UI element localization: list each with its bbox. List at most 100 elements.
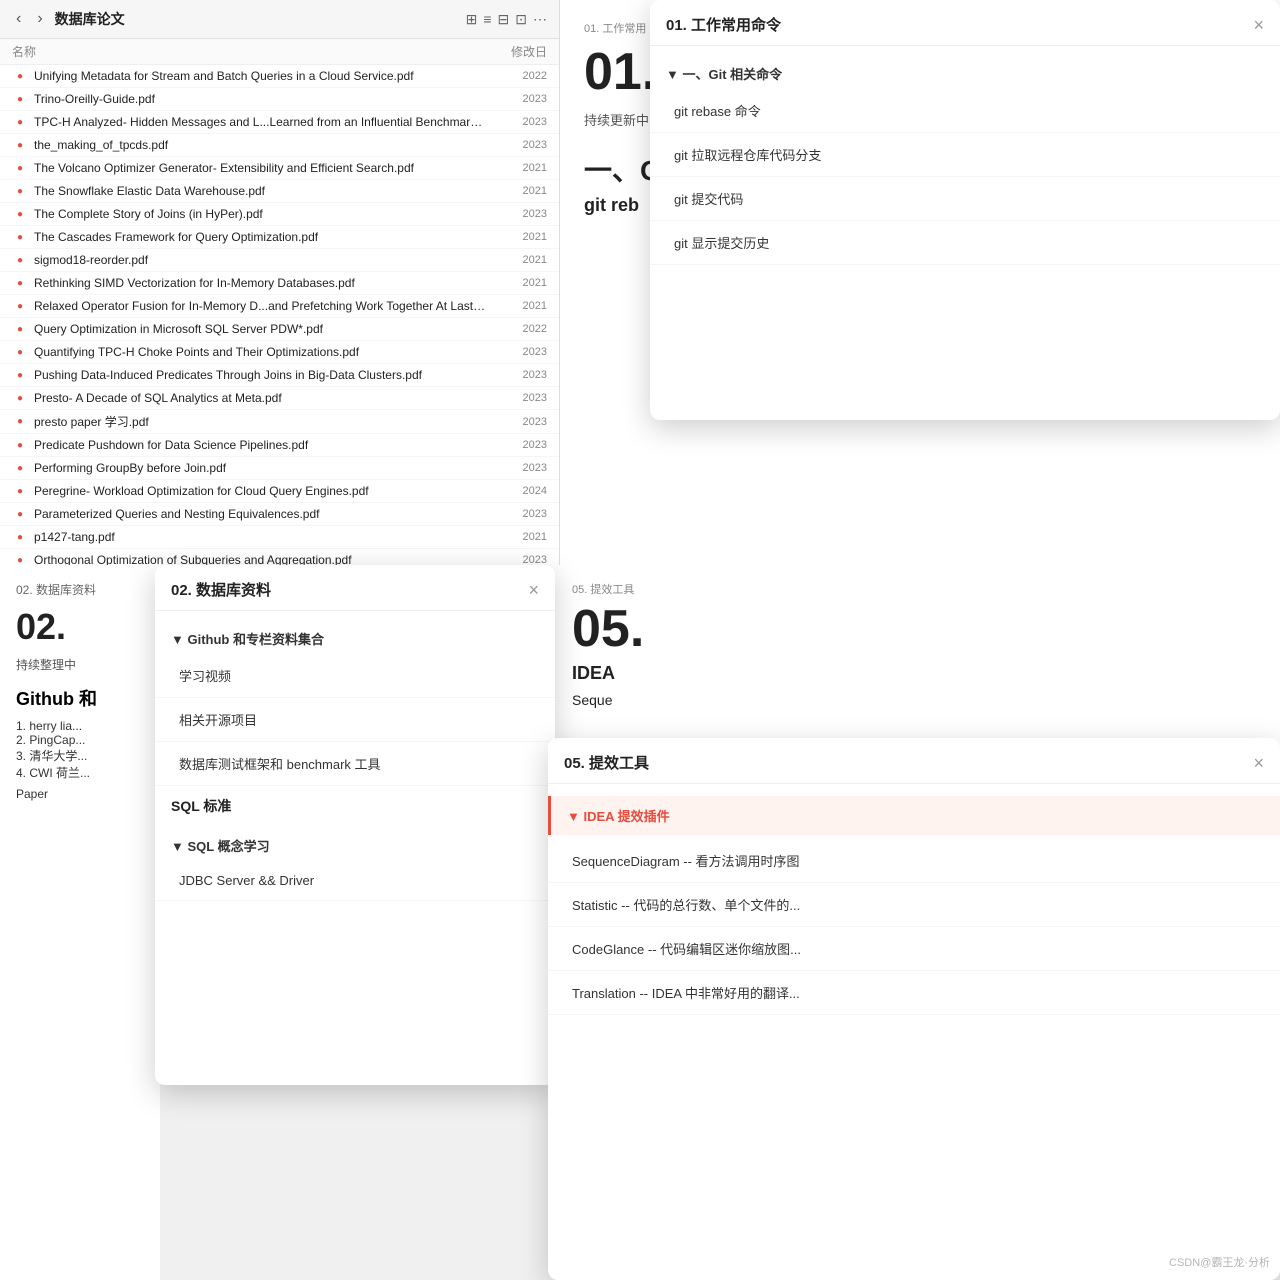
git-commit-item[interactable]: git 提交代码: [650, 177, 1280, 221]
pdf-file-icon: ●: [12, 414, 28, 430]
file-date: 2023: [487, 439, 547, 451]
file-name: Performing GroupBy before Join.pdf: [34, 461, 487, 475]
pdf-file-icon: ●: [12, 68, 28, 84]
file-list-item[interactable]: ● Quantifying TPC-H Choke Points and The…: [0, 341, 559, 364]
jdbc-item[interactable]: JDBC Server && Driver: [155, 861, 555, 901]
file-date: 2021: [487, 185, 547, 197]
file-date: 2021: [487, 300, 547, 312]
file-list-item[interactable]: ● Peregrine- Workload Optimization for C…: [0, 480, 559, 503]
opensource-item[interactable]: 相关开源项目: [155, 698, 555, 742]
pdf-file-icon: ●: [12, 483, 28, 499]
list-view-icon[interactable]: ≡: [483, 11, 491, 28]
file-list[interactable]: ● Unifying Metadata for Stream and Batch…: [0, 65, 559, 600]
file-list-item[interactable]: ● sigmod18-reorder.pdf 2021: [0, 249, 559, 272]
back-button[interactable]: ‹: [12, 8, 25, 30]
col-name-header: 名称: [12, 43, 487, 60]
file-name: Parameterized Queries and Nesting Equiva…: [34, 507, 487, 521]
file-date: 2022: [487, 323, 547, 335]
paper-label-left: Paper: [16, 787, 144, 801]
file-date: 2023: [487, 392, 547, 404]
sql-standard-item[interactable]: SQL 标准: [155, 786, 555, 826]
forward-button[interactable]: ›: [33, 8, 46, 30]
file-list-item[interactable]: ● The Cascades Framework for Query Optim…: [0, 226, 559, 249]
file-list-header: 名称 修改日: [0, 39, 559, 65]
file-name: sigmod18-reorder.pdf: [34, 253, 487, 267]
grid-view-icon[interactable]: ⊞: [466, 11, 478, 28]
file-list-item[interactable]: ● The Volcano Optimizer Generator- Exten…: [0, 157, 559, 180]
file-date: 2023: [487, 139, 547, 151]
pdf-file-icon: ●: [12, 206, 28, 222]
idea-section-header: ▼ IDEA 提效插件: [567, 806, 1264, 825]
file-date: 2023: [487, 346, 547, 358]
panel-05-body: ▼ IDEA 提效插件 SequenceDiagram -- 看方法调用时序图 …: [548, 784, 1280, 1280]
idea-highlighted-section: ▼ IDEA 提效插件: [548, 796, 1280, 835]
panel-05-close-button[interactable]: ×: [1253, 754, 1264, 772]
file-date: 2023: [487, 462, 547, 474]
file-list-item[interactable]: ● Relaxed Operator Fusion for In-Memory …: [0, 295, 559, 318]
file-list-item[interactable]: ● p1427-tang.pdf 2021: [0, 526, 559, 549]
file-list-item[interactable]: ● Parameterized Queries and Nesting Equi…: [0, 503, 559, 526]
idea-label-bg: IDEA: [572, 663, 1256, 684]
file-list-item[interactable]: ● Presto- A Decade of SQL Analytics at M…: [0, 387, 559, 410]
git-log-item[interactable]: git 显示提交历史: [650, 221, 1280, 265]
file-date: 2023: [487, 369, 547, 381]
watermark: CSDN@霸王龙·分析: [1169, 1254, 1270, 1270]
file-list-item[interactable]: ● Predicate Pushdown for Data Science Pi…: [0, 434, 559, 457]
more-view-icon[interactable]: ⋯: [533, 11, 547, 28]
file-list-item[interactable]: ● the_making_of_tpcds.pdf 2023: [0, 134, 559, 157]
panel-01-close-button[interactable]: ×: [1253, 16, 1264, 34]
list-item-4: 4. CWI 荷兰...: [16, 764, 144, 781]
file-date: 2023: [487, 93, 547, 105]
panel-02-header: 02. 数据库资料 ×: [155, 565, 555, 611]
pdf-file-icon: ●: [12, 229, 28, 245]
file-list-item[interactable]: ● Unifying Metadata for Stream and Batch…: [0, 65, 559, 88]
list-left: 1. herry lia... 2. PingCap... 3. 清华大学...…: [16, 719, 144, 781]
github-triangle-icon: ▼: [171, 632, 187, 647]
file-list-item[interactable]: ● Query Optimization in Microsoft SQL Se…: [0, 318, 559, 341]
file-list-item[interactable]: ● The Snowflake Elastic Data Warehouse.p…: [0, 180, 559, 203]
file-name: The Volcano Optimizer Generator- Extensi…: [34, 161, 487, 175]
panel-01-title: 01. 工作常用命令: [666, 14, 781, 35]
left-lower-content: 02. 数据库资料 02. 持续整理中 Github 和 1. herry li…: [0, 565, 160, 1280]
pdf-file-icon: ●: [12, 252, 28, 268]
file-date: 2022: [487, 70, 547, 82]
git-triangle-icon: ▼: [666, 67, 682, 82]
file-date: 2023: [487, 116, 547, 128]
pdf-file-icon: ●: [12, 529, 28, 545]
translation-item[interactable]: Translation -- IDEA 中非常好用的翻译...: [548, 971, 1280, 1015]
video-item[interactable]: 学习视频: [155, 654, 555, 698]
file-date: 2023: [487, 208, 547, 220]
pdf-file-icon: ●: [12, 91, 28, 107]
benchmark-item[interactable]: 数据库测试框架和 benchmark 工具: [155, 742, 555, 786]
sql-concept-triangle-icon: ▼: [171, 839, 187, 854]
file-list-item[interactable]: ● Trino-Oreilly-Guide.pdf 2023: [0, 88, 559, 111]
file-name: Presto- A Decade of SQL Analytics at Met…: [34, 391, 487, 405]
file-list-item[interactable]: ● TPC-H Analyzed- Hidden Messages and L.…: [0, 111, 559, 134]
column-view-icon[interactable]: ⊟: [498, 11, 510, 28]
codeglance-item[interactable]: CodeGlance -- 代码编辑区迷你缩放图...: [548, 927, 1280, 971]
pdf-file-icon: ●: [12, 275, 28, 291]
github-section-left: Github 和: [16, 685, 144, 711]
file-browser: ‹ › 数据库论文 ⊞ ≡ ⊟ ⊡ ⋯ 名称 修改日 ● Unifying Me…: [0, 0, 560, 600]
panel-02-close-button[interactable]: ×: [528, 581, 539, 599]
panel-02-title: 02. 数据库资料: [171, 579, 271, 600]
statistic-item[interactable]: Statistic -- 代码的总行数、单个文件的...: [548, 883, 1280, 927]
list-item-1: 1. herry lia...: [16, 719, 144, 733]
file-name: The Complete Story of Joins (in HyPer).p…: [34, 207, 487, 221]
file-list-item[interactable]: ● The Complete Story of Joins (in HyPer)…: [0, 203, 559, 226]
file-list-item[interactable]: ● Rethinking SIMD Vectorization for In-M…: [0, 272, 559, 295]
list-item-3: 3. 清华大学...: [16, 747, 144, 764]
file-list-item[interactable]: ● Pushing Data-Induced Predicates Throug…: [0, 364, 559, 387]
git-pull-item[interactable]: git 拉取远程仓库代码分支: [650, 133, 1280, 177]
file-list-item[interactable]: ● presto paper 学习.pdf 2023: [0, 410, 559, 434]
sequence-diagram-item[interactable]: SequenceDiagram -- 看方法调用时序图: [548, 839, 1280, 883]
panel-02: 02. 数据库资料 × ▼ Github 和专栏资料集合 学习视频 相关开源项目…: [155, 565, 555, 1085]
list-item-2: 2. PingCap...: [16, 733, 144, 747]
panel-02-body: ▼ Github 和专栏资料集合 学习视频 相关开源项目 数据库测试框架和 be…: [155, 611, 555, 1085]
file-date: 2021: [487, 162, 547, 174]
pdf-file-icon: ●: [12, 367, 28, 383]
big-title-05: 05.: [572, 603, 1256, 655]
gallery-view-icon[interactable]: ⊡: [515, 11, 527, 28]
git-rebase-item[interactable]: git rebase 命令: [650, 89, 1280, 133]
file-list-item[interactable]: ● Performing GroupBy before Join.pdf 202…: [0, 457, 559, 480]
